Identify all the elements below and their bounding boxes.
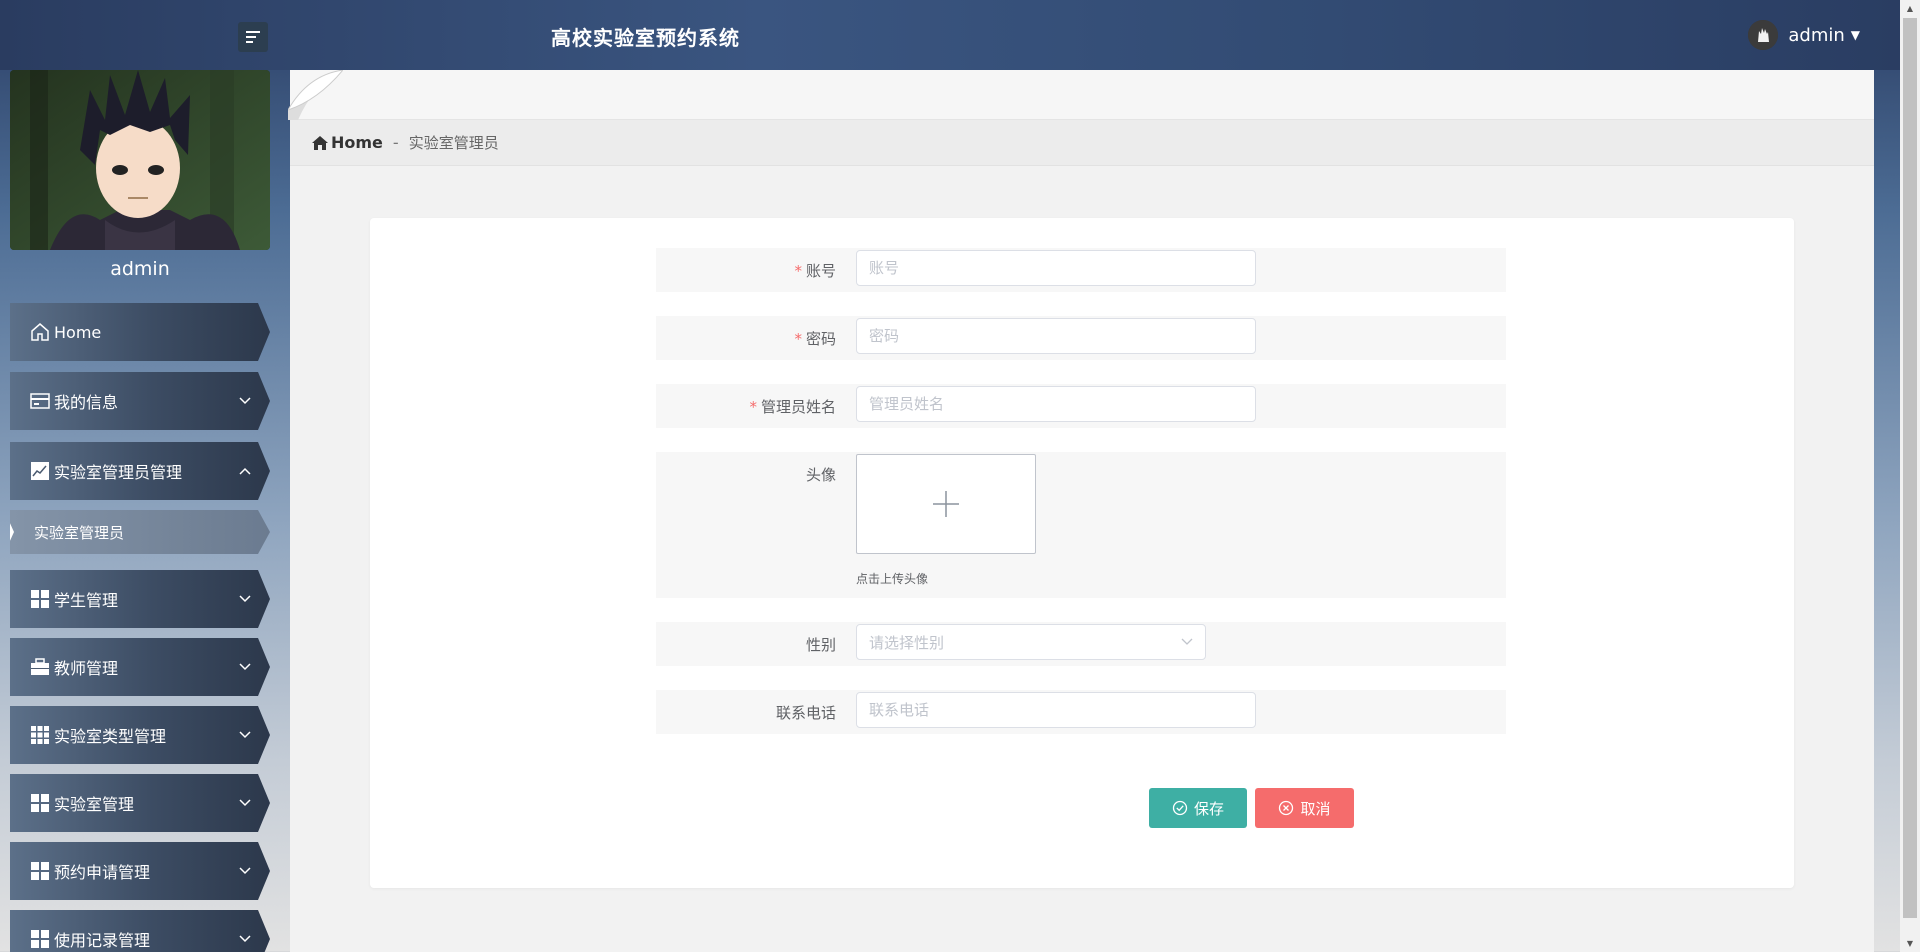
sidebar-item-label: 使用记录管理 xyxy=(54,931,151,950)
chevron-down-icon xyxy=(238,866,252,876)
chevron-down-icon xyxy=(238,730,252,740)
sidebar-item-lab-mgmt[interactable]: 实验室管理 xyxy=(10,774,270,832)
sidebar-item-label: 预约申请管理 xyxy=(54,863,151,882)
breadcrumb-home-label: Home xyxy=(331,133,383,152)
sidebar-item-label: 教师管理 xyxy=(54,659,119,678)
sidebar-item-label: 学生管理 xyxy=(54,591,119,610)
sidebar-item-lab-type-mgmt[interactable]: 实验室类型管理 xyxy=(10,706,270,764)
sidebar-toggle-button[interactable] xyxy=(238,22,268,52)
app-title: 高校实验室预约系统 xyxy=(551,26,740,50)
account-input[interactable] xyxy=(856,250,1256,286)
breadcrumb-current: 实验室管理员 xyxy=(408,134,499,152)
sidebar-item-lab-admin-mgmt[interactable]: 实验室管理员管理 xyxy=(10,442,270,500)
grid-icon xyxy=(30,589,50,609)
header-username: admin xyxy=(1788,24,1845,46)
save-button[interactable]: 保存 xyxy=(1149,788,1247,828)
chevron-down-icon xyxy=(238,798,252,808)
scroll-up-icon[interactable]: ▲ xyxy=(1900,0,1920,17)
admin-name-label: * 管理员姓名 xyxy=(749,398,836,416)
sidebar-item-teacher-mgmt[interactable]: 教师管理 xyxy=(10,638,270,696)
page-curl-decoration xyxy=(288,70,343,120)
cancel-button-label: 取消 xyxy=(1300,800,1331,818)
scrollbar-thumb[interactable] xyxy=(1903,18,1917,918)
top-bar: 高校实验室预约系统 admin ▼ xyxy=(0,0,1900,70)
briefcase-icon xyxy=(30,657,50,677)
avatar-label: 头像 xyxy=(805,466,836,484)
password-label: * 密码 xyxy=(794,330,836,348)
form-row-account: * 账号 xyxy=(656,248,1506,292)
breadcrumb-separator: - xyxy=(392,133,399,152)
sidebar-item-my-info[interactable]: 我的信息 xyxy=(10,372,270,430)
user-menu[interactable]: admin ▼ xyxy=(1748,20,1860,50)
plus-icon xyxy=(933,491,959,517)
chevron-up-icon xyxy=(238,466,252,476)
sidebar-item-home[interactable]: Home xyxy=(10,303,270,361)
required-mark: * xyxy=(794,262,802,280)
menu-fold-icon xyxy=(246,31,260,43)
form-row-admin-name: * 管理员姓名 xyxy=(656,384,1506,428)
sidebar-item-usage-record-mgmt[interactable]: 使用记录管理 xyxy=(10,910,270,952)
sidebar-item-student-mgmt[interactable]: 学生管理 xyxy=(10,570,270,628)
chevron-down-icon xyxy=(238,396,252,406)
save-button-label: 保存 xyxy=(1193,800,1224,818)
page-scrollbar[interactable]: ▲ ▼ xyxy=(1900,0,1920,952)
tab-bar xyxy=(288,70,1874,120)
card-icon xyxy=(30,391,50,411)
sidebar-subitem-lab-admin[interactable]: 实验室管理员 xyxy=(10,510,270,554)
gender-select-placeholder: 请选择性别 xyxy=(869,633,945,652)
grid-icon xyxy=(30,929,50,949)
avatar-upload[interactable] xyxy=(856,454,1036,554)
account-label: * 账号 xyxy=(794,262,836,280)
avatar xyxy=(10,70,270,250)
admin-name-input[interactable] xyxy=(856,386,1256,422)
form-row-gender: 性别 请选择性别 xyxy=(656,622,1506,666)
cancel-button[interactable]: 取消 xyxy=(1255,788,1354,828)
form-card: *账号 *密码 *管理员姓名 头像 点击上传头像 性别 请选择性别 xyxy=(370,218,1794,888)
phone-label: 联系电话 xyxy=(775,704,836,722)
chart-icon xyxy=(30,461,50,481)
main-content: Home - 实验室管理员 *账号 *密码 *管理员姓名 头像 点击上传头像 xyxy=(288,70,1874,952)
sidebar-item-label: 实验室管理 xyxy=(54,795,135,814)
chevron-down-icon xyxy=(238,662,252,672)
sidebar: admin Home 我的信息 实验室管理员管理 实验室管理员 学生管理 教师管… xyxy=(0,70,290,952)
chevron-down-icon xyxy=(1181,638,1193,645)
sidebar-subitem-label: 实验室管理员 xyxy=(34,523,125,542)
gender-select[interactable]: 请选择性别 xyxy=(856,624,1206,660)
check-circle-icon xyxy=(1172,800,1188,816)
phone-input[interactable] xyxy=(856,692,1256,728)
chevron-down-icon xyxy=(238,934,252,944)
sidebar-item-label: 我的信息 xyxy=(54,393,119,412)
form-row-avatar: 头像 点击上传头像 xyxy=(656,452,1506,598)
required-mark: * xyxy=(749,398,757,416)
gender-label: 性别 xyxy=(805,636,836,654)
form-row-password: * 密码 xyxy=(656,316,1506,360)
avatar-upload-tip: 点击上传头像 xyxy=(856,572,929,586)
form-row-phone: 联系电话 xyxy=(656,690,1506,734)
home-icon xyxy=(312,135,328,150)
user-avatar xyxy=(1748,20,1779,50)
sidebar-username: admin xyxy=(110,258,170,280)
close-circle-icon xyxy=(1279,800,1294,816)
caret-down-icon: ▼ xyxy=(1850,28,1860,42)
sidebar-item-booking-mgmt[interactable]: 预约申请管理 xyxy=(10,842,270,900)
sidebar-item-label: 实验室类型管理 xyxy=(54,727,167,746)
password-input[interactable] xyxy=(856,318,1256,354)
sidebar-item-label: Home xyxy=(54,322,102,342)
sidebar-item-label: 实验室管理员管理 xyxy=(54,463,183,482)
grid-icon xyxy=(30,793,50,813)
chevron-down-icon xyxy=(238,594,252,604)
required-mark: * xyxy=(794,330,802,348)
breadcrumb-home[interactable]: Home xyxy=(312,133,383,152)
home-icon xyxy=(30,322,50,342)
active-marker xyxy=(10,523,14,541)
grid-icon xyxy=(30,861,50,881)
scroll-down-icon[interactable]: ▼ xyxy=(1900,935,1920,952)
breadcrumb: Home - 实验室管理员 xyxy=(290,120,1874,166)
apps-icon xyxy=(30,725,50,745)
